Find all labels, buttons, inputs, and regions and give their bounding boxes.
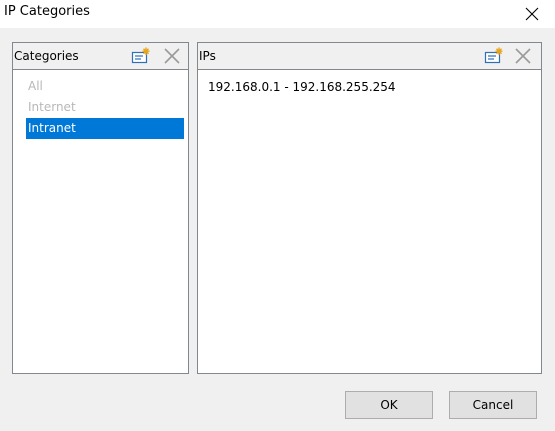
- ok-button[interactable]: OK: [345, 391, 433, 419]
- ips-label: IPs: [199, 49, 216, 63]
- categories-list: All Internet Intranet: [13, 70, 188, 373]
- ips-list: 192.168.0.1 - 192.168.255.254: [198, 70, 541, 373]
- categories-label: Categories: [14, 49, 79, 63]
- close-icon: [525, 7, 539, 21]
- categories-header: Categories: [13, 43, 188, 70]
- add-ip-icon[interactable]: [484, 47, 504, 65]
- title-bar: IP Categories: [0, 0, 555, 28]
- list-item[interactable]: Internet: [26, 97, 184, 118]
- window-title: IP Categories: [4, 4, 90, 19]
- list-item[interactable]: All: [26, 76, 184, 97]
- ips-panel: IPs 192.168.0.1 - 192.168.255.254: [197, 42, 542, 374]
- delete-ip-icon[interactable]: [513, 47, 533, 65]
- cancel-button[interactable]: Cancel: [449, 391, 537, 419]
- ips-header: IPs: [198, 43, 541, 70]
- close-button[interactable]: [509, 0, 555, 28]
- ip-range-entry[interactable]: 192.168.0.1 - 192.168.255.254: [208, 80, 396, 94]
- categories-panel: Categories All Internet Intranet: [12, 42, 189, 374]
- list-item[interactable]: Intranet: [26, 118, 184, 139]
- delete-category-icon[interactable]: [162, 47, 182, 65]
- dialog-window: IP Categories Categories All Internet In…: [0, 0, 555, 431]
- add-category-icon[interactable]: [131, 47, 151, 65]
